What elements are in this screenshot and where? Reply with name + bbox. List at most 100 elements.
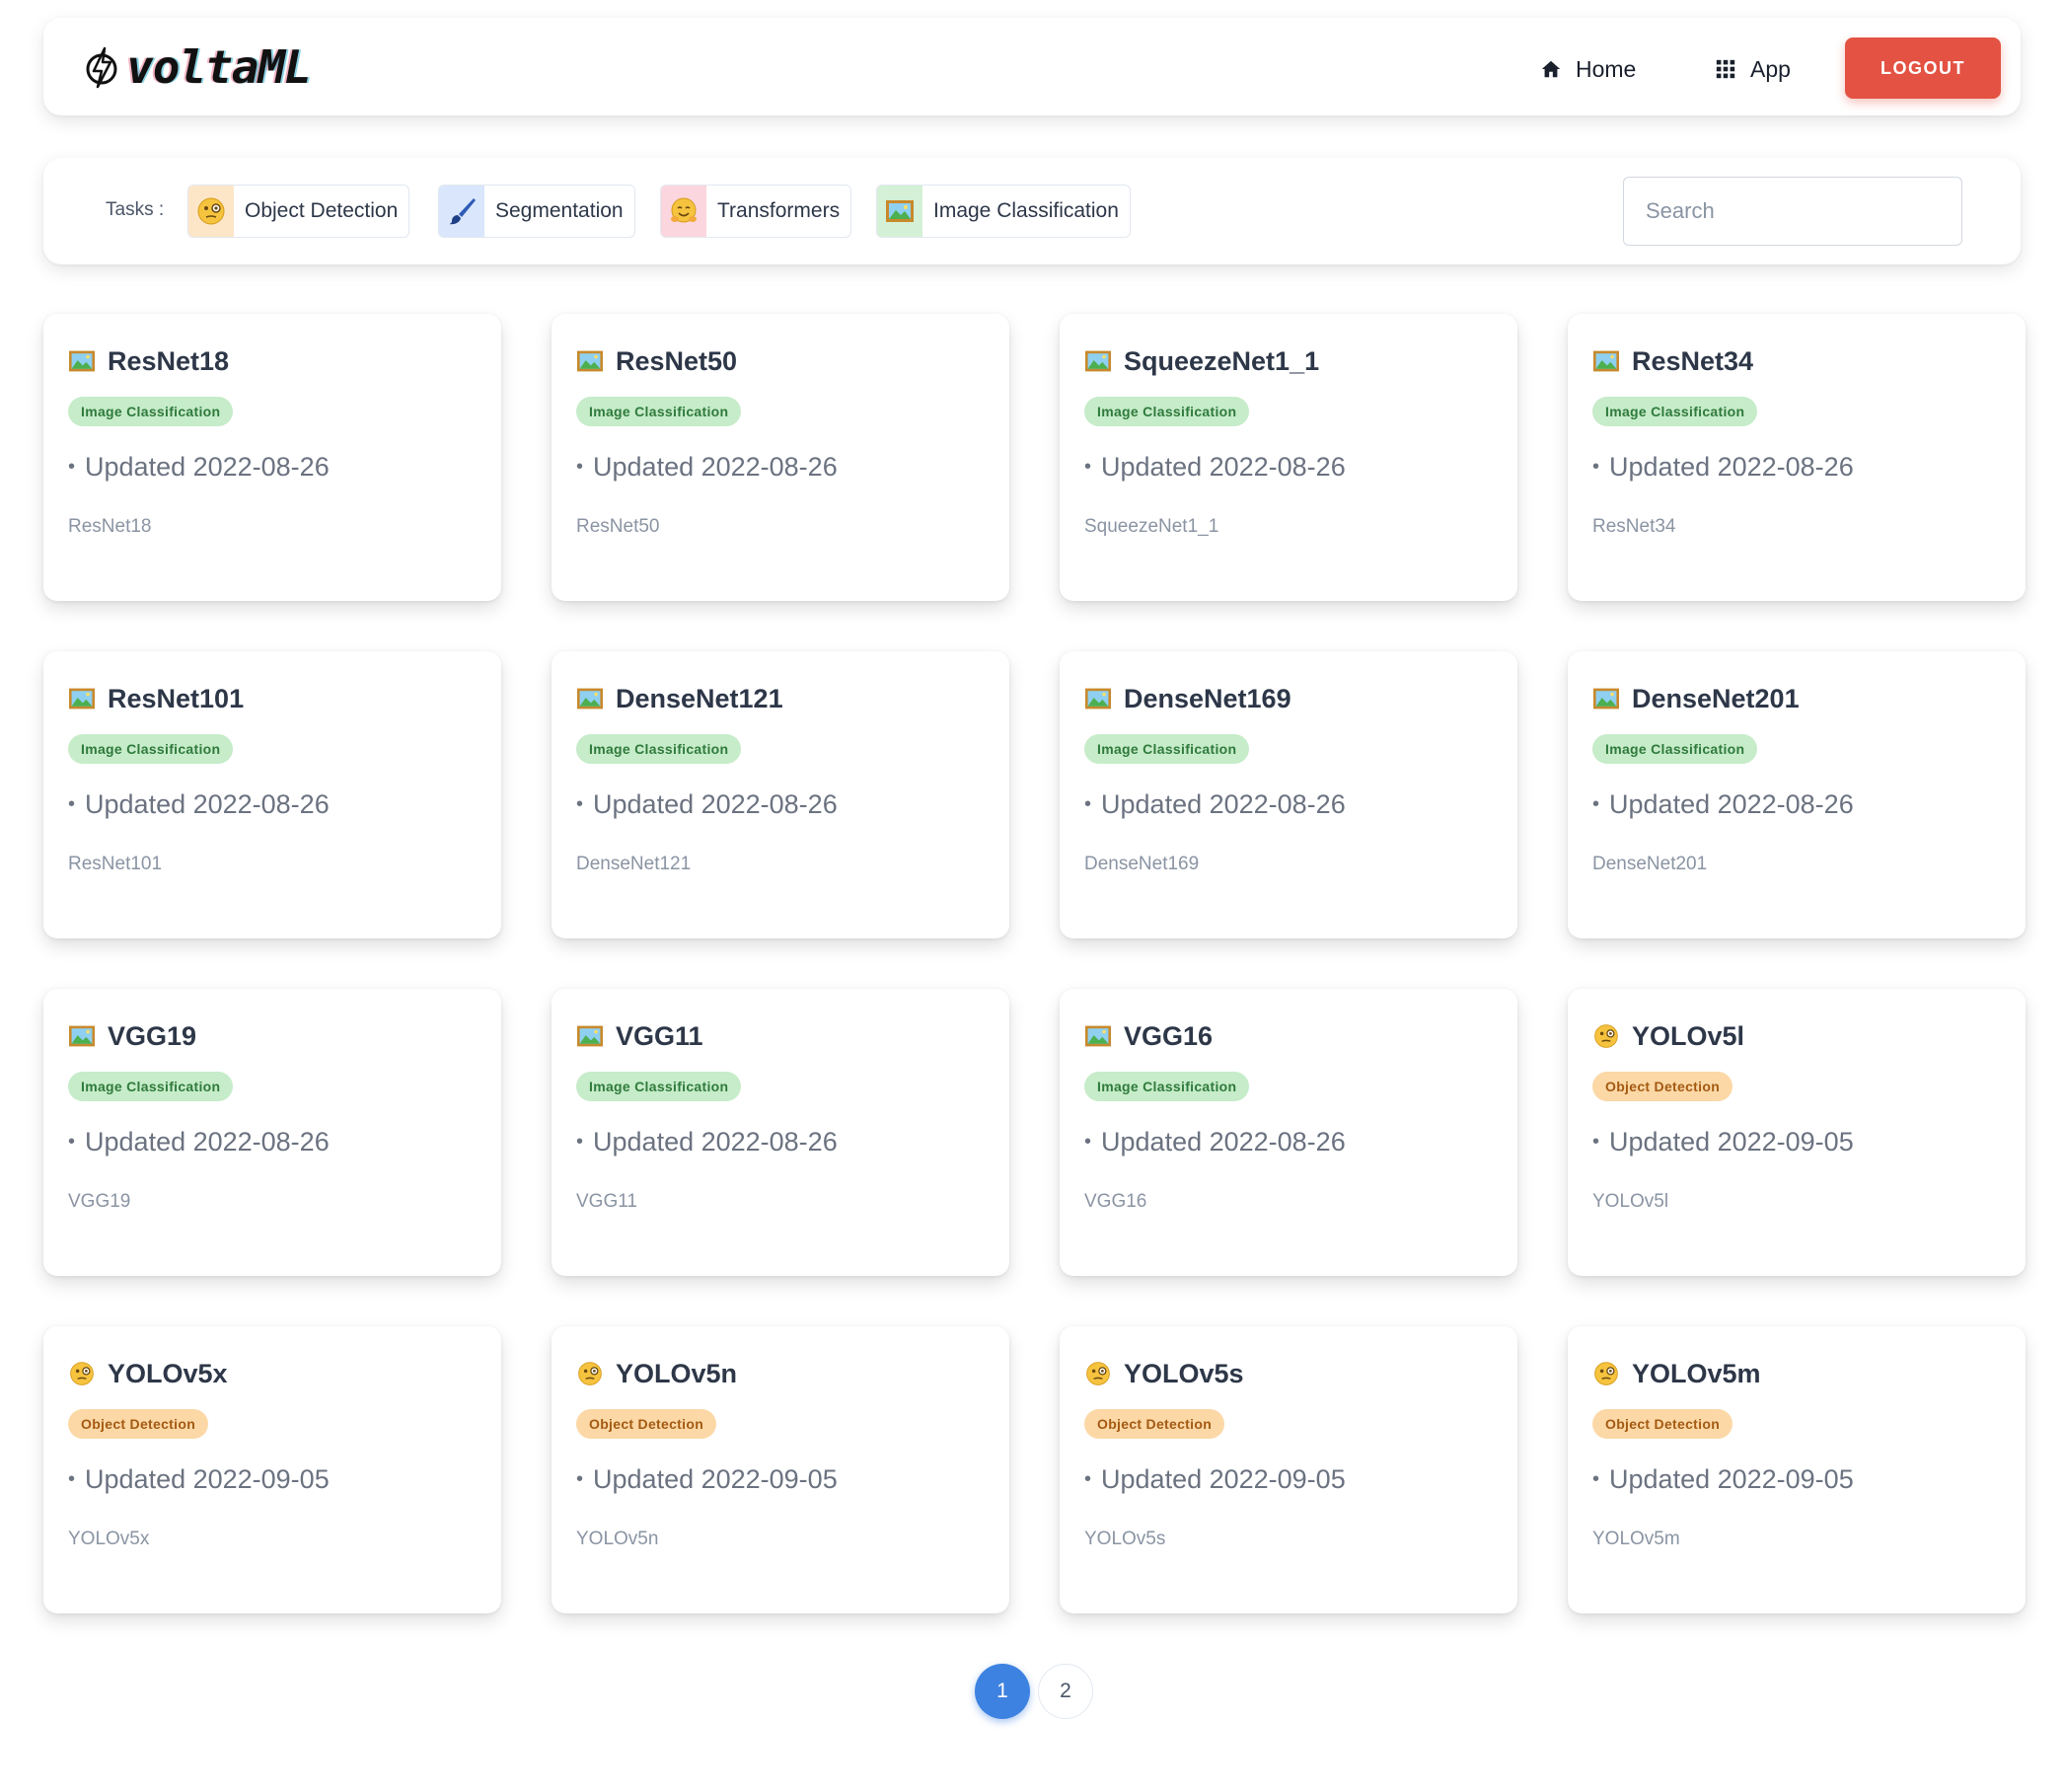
bullet-icon: • xyxy=(1084,1468,1092,1490)
model-subtitle: YOLOv5l xyxy=(1592,1191,1669,1212)
updated-date: • Updated 2022-09-05 xyxy=(68,1464,330,1495)
task-badge: Image Classification xyxy=(68,1072,234,1101)
model-card[interactable]: YOLOv5m Object Detection • Updated 2022-0… xyxy=(1568,1326,2026,1613)
card-header: VGG16 xyxy=(1084,1018,1213,1054)
nav-app-link[interactable]: App xyxy=(1715,51,1791,87)
model-subtitle: YOLOv5x xyxy=(68,1529,150,1549)
hugging-face-icon xyxy=(661,186,706,237)
model-card[interactable]: ResNet50 Image Classification • Updated 2… xyxy=(552,314,1009,601)
task-badge: Image Classification xyxy=(1592,734,1758,764)
card-header: VGG11 xyxy=(576,1018,703,1054)
framed-picture-icon xyxy=(1084,348,1112,374)
model-card[interactable]: DenseNet201 Image Classification • Update… xyxy=(1568,651,2026,938)
updated-date: • Updated 2022-09-05 xyxy=(1084,1464,1346,1495)
page-button-2[interactable]: 2 xyxy=(1038,1664,1093,1719)
bullet-icon: • xyxy=(1084,793,1092,815)
paintbrush-icon xyxy=(439,186,484,237)
voltaml-logo[interactable]: voltaML xyxy=(83,37,312,97)
model-title: SqueezeNet1_1 xyxy=(1124,345,1320,376)
model-card[interactable]: YOLOv5l Object Detection • Updated 2022-0… xyxy=(1568,989,2026,1276)
face-monocle-icon xyxy=(1592,1022,1620,1050)
model-subtitle: YOLOv5m xyxy=(1592,1529,1680,1549)
model-card[interactable]: ResNet34 Image Classification • Updated 2… xyxy=(1568,314,2026,601)
updated-text: Updated 2022-08-26 xyxy=(85,1127,330,1157)
task-badge: Image Classification xyxy=(1084,1072,1250,1101)
model-card[interactable]: YOLOv5x Object Detection • Updated 2022-0… xyxy=(43,1326,501,1613)
task-chip-image-classification[interactable]: Image Classification xyxy=(876,185,1131,238)
updated-date: • Updated 2022-08-26 xyxy=(576,789,838,820)
model-subtitle: ResNet50 xyxy=(576,516,660,537)
updated-text: Updated 2022-08-26 xyxy=(1101,789,1346,819)
model-card[interactable]: ResNet101 Image Classification • Updated … xyxy=(43,651,501,938)
model-card[interactable]: YOLOv5n Object Detection • Updated 2022-0… xyxy=(552,1326,1009,1613)
model-card[interactable]: DenseNet121 Image Classification • Update… xyxy=(552,651,1009,938)
home-icon xyxy=(1540,58,1562,80)
bullet-icon: • xyxy=(1084,1131,1092,1153)
bullet-icon: • xyxy=(68,793,76,815)
task-chip-label: Image Classification xyxy=(933,199,1119,222)
task-badge: Object Detection xyxy=(1592,1072,1733,1101)
task-chip-segmentation[interactable]: Segmentation xyxy=(438,185,635,238)
model-card[interactable]: VGG16 Image Classification • Updated 2022… xyxy=(1060,989,1517,1276)
task-badge: Object Detection xyxy=(1084,1409,1225,1439)
updated-date: • Updated 2022-08-26 xyxy=(68,789,330,820)
face-monocle-icon xyxy=(188,186,234,237)
bullet-icon: • xyxy=(576,1131,584,1153)
updated-text: Updated 2022-08-26 xyxy=(1101,452,1346,482)
card-header: DenseNet121 xyxy=(576,681,783,716)
task-badge: Image Classification xyxy=(1084,734,1250,764)
updated-date: • Updated 2022-08-26 xyxy=(1084,452,1346,483)
model-title: ResNet50 xyxy=(616,345,738,376)
updated-text: Updated 2022-08-26 xyxy=(593,1127,838,1157)
model-title: VGG19 xyxy=(108,1020,197,1051)
framed-picture-icon xyxy=(1084,686,1112,711)
updated-date: • Updated 2022-08-26 xyxy=(1592,789,1854,820)
task-chip-label: Transformers xyxy=(717,199,841,222)
task-chip-label: Object Detection xyxy=(245,199,399,222)
framed-picture-icon xyxy=(1592,348,1620,374)
bullet-icon: • xyxy=(576,793,584,815)
search-input[interactable] xyxy=(1623,177,1962,246)
task-chip-object-detection[interactable]: Object Detection xyxy=(187,185,410,238)
updated-date: • Updated 2022-09-05 xyxy=(1592,1464,1854,1495)
framed-picture-icon xyxy=(68,348,96,374)
logout-button[interactable]: LOGOUT xyxy=(1845,37,2001,99)
framed-picture-icon xyxy=(877,186,922,237)
card-header: YOLOv5s xyxy=(1084,1356,1244,1391)
updated-text: Updated 2022-09-05 xyxy=(1609,1127,1854,1157)
model-title: YOLOv5m xyxy=(1632,1358,1761,1388)
model-card[interactable]: YOLOv5s Object Detection • Updated 2022-0… xyxy=(1060,1326,1517,1613)
task-badge: Image Classification xyxy=(576,1072,742,1101)
updated-text: Updated 2022-08-26 xyxy=(593,452,838,482)
updated-date: • Updated 2022-08-26 xyxy=(576,452,838,483)
framed-picture-icon xyxy=(576,1023,604,1049)
model-card[interactable]: SqueezeNet1_1 Image Classification • Upda… xyxy=(1060,314,1517,601)
task-badge: Image Classification xyxy=(68,397,234,426)
nav-home-label: Home xyxy=(1576,55,1637,82)
updated-text: Updated 2022-08-26 xyxy=(1101,1127,1346,1157)
task-chip-transformers[interactable]: Transformers xyxy=(660,185,852,238)
task-badge: Object Detection xyxy=(576,1409,717,1439)
task-badge: Image Classification xyxy=(1084,397,1250,426)
updated-date: • Updated 2022-09-05 xyxy=(576,1464,838,1495)
bullet-icon: • xyxy=(1592,456,1600,478)
updated-date: • Updated 2022-08-26 xyxy=(68,1127,330,1157)
card-header: DenseNet201 xyxy=(1592,681,1800,716)
framed-picture-icon xyxy=(576,686,604,711)
framed-picture-icon xyxy=(68,1023,96,1049)
model-title: YOLOv5x xyxy=(108,1358,228,1388)
model-title: ResNet34 xyxy=(1632,345,1754,376)
card-header: ResNet101 xyxy=(68,681,244,716)
model-card[interactable]: VGG19 Image Classification • Updated 2022… xyxy=(43,989,501,1276)
task-badge: Image Classification xyxy=(576,397,742,426)
task-chip-label: Segmentation xyxy=(495,199,624,222)
page-button-1[interactable]: 1 xyxy=(975,1664,1030,1719)
model-card[interactable]: DenseNet169 Image Classification • Update… xyxy=(1060,651,1517,938)
model-card[interactable]: ResNet18 Image Classification • Updated 2… xyxy=(43,314,501,601)
updated-text: Updated 2022-08-26 xyxy=(593,789,838,819)
model-card[interactable]: VGG11 Image Classification • Updated 2022… xyxy=(552,989,1009,1276)
nav-home-link[interactable]: Home xyxy=(1540,51,1636,87)
updated-text: Updated 2022-09-05 xyxy=(1609,1464,1854,1494)
top-navbar: voltaML Home App LOGOUT xyxy=(43,18,2021,115)
model-subtitle: ResNet34 xyxy=(1592,516,1676,537)
